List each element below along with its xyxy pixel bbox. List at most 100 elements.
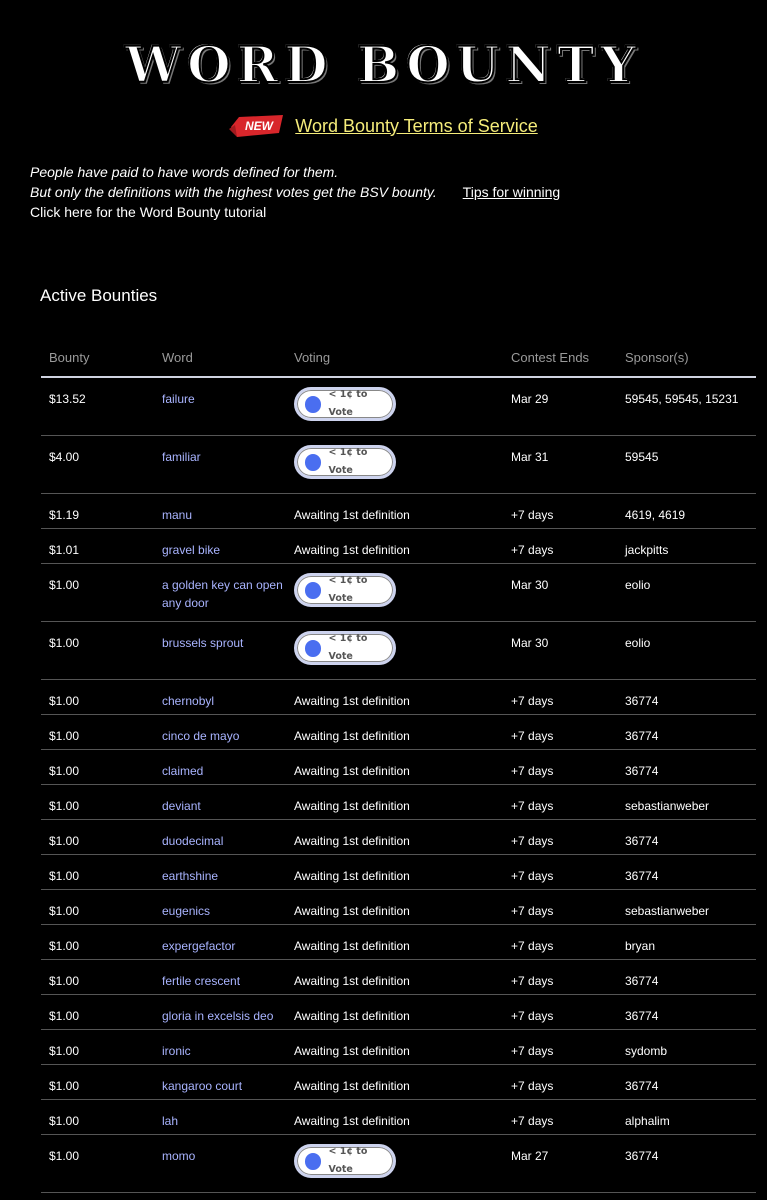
voting-cell: < 1¢ to Vote (286, 1134, 503, 1193)
contest-ends-cell: Mar 30 (503, 563, 617, 622)
voting-cell: Awaiting 1st definition (286, 819, 503, 855)
word-cell: earthshine (154, 854, 286, 890)
vote-dot-icon (305, 639, 322, 657)
voting-cell: < 1¢ to Vote (286, 377, 503, 436)
word-cell: fertile crescent (154, 959, 286, 995)
voting-cell: Awaiting 1st definition (286, 784, 503, 820)
word-link[interactable]: duodecimal (162, 834, 223, 848)
word-cell: manu (154, 493, 286, 529)
word-link[interactable]: manu (162, 508, 192, 522)
vote-button[interactable]: < 1¢ to Vote (294, 387, 396, 421)
tos-row: NEW Word Bounty Terms of Service (0, 110, 767, 142)
col-bounty[interactable]: Bounty (41, 338, 154, 378)
col-word[interactable]: Word (154, 338, 286, 378)
contest-ends-cell: Mar 30 (503, 621, 617, 680)
word-link[interactable]: momo (162, 1149, 195, 1163)
new-badge: NEW (229, 113, 285, 139)
tutorial-link[interactable]: Click here for the Word Bounty tutorial (30, 202, 560, 222)
word-link[interactable]: chernobyl (162, 694, 214, 708)
sponsors-cell: 36774 (617, 714, 756, 750)
bounty-cell: $1.00 (41, 563, 154, 622)
sponsors-cell: 59545, 59545, 15231 (617, 377, 756, 436)
voting-cell: Awaiting 1st definition (286, 714, 503, 750)
contest-ends-cell: +7 days (503, 1064, 617, 1100)
vote-button-label: < 1¢ to Vote (328, 389, 368, 418)
bounty-cell: $13.52 (41, 377, 154, 436)
voting-cell: Awaiting 1st definition (286, 854, 503, 890)
word-link[interactable]: expergefactor (162, 939, 235, 953)
voting-cell: Awaiting 1st definition (286, 889, 503, 925)
table-row: $1.00 eugenics Awaiting 1st definition +7 d… (41, 889, 756, 925)
contest-ends-cell: +7 days (503, 889, 617, 925)
word-cell: chernobyl (154, 679, 286, 715)
word-link[interactable]: claimed (162, 764, 203, 778)
bounty-cell: $1.00 (41, 621, 154, 680)
sponsors-cell: 36774 (617, 854, 756, 890)
table-row: $1.00 kangaroo court Awaiting 1st definiti… (41, 1064, 756, 1100)
word-link[interactable]: deviant (162, 799, 201, 813)
voting-cell: Awaiting 1st definition (286, 1064, 503, 1100)
vote-button[interactable]: < 1¢ to Vote (294, 573, 396, 607)
word-link[interactable]: a golden key can open any door (162, 578, 283, 610)
contest-ends-cell: +7 days (503, 819, 617, 855)
word-link[interactable]: familiar (162, 450, 201, 464)
word-cell: a golden key can open any door (154, 563, 286, 622)
word-link[interactable]: brussels sprout (162, 636, 243, 650)
voting-cell: Awaiting 1st definition (286, 924, 503, 960)
word-link[interactable]: fertile crescent (162, 974, 240, 988)
intro-text: People have paid to have words defined f… (30, 162, 560, 222)
vote-button-label: < 1¢ to Vote (328, 447, 368, 476)
contest-ends-cell: Mar 27 (503, 1134, 617, 1193)
word-cell: lah (154, 1099, 286, 1135)
word-link[interactable]: lah (162, 1114, 178, 1128)
table-row: $1.00 expergefactor Awaiting 1st definitio… (41, 924, 756, 960)
vote-dot-icon (305, 1152, 322, 1170)
word-link[interactable]: ironic (162, 1044, 191, 1058)
table-header-row: Bounty Word Voting Contest Ends Sponsor(… (41, 338, 756, 378)
table-row: $1.00 cinco de mayo Awaiting 1st definitio… (41, 714, 756, 750)
bounty-cell: $1.00 (41, 749, 154, 785)
bounty-cell: $1.00 (41, 854, 154, 890)
voting-cell: < 1¢ to Vote (286, 621, 503, 680)
contest-ends-cell: +7 days (503, 679, 617, 715)
word-cell: ironic (154, 1029, 286, 1065)
bounty-cell: $1.00 (41, 924, 154, 960)
vote-button[interactable]: < 1¢ to Vote (294, 445, 396, 479)
col-sponsors[interactable]: Sponsor(s) (617, 338, 756, 378)
bounties-table: Bounty Word Voting Contest Ends Sponsor(… (41, 338, 756, 1193)
table-row: $1.00 a golden key can open any door < 1¢ … (41, 563, 756, 622)
word-link[interactable]: failure (162, 392, 195, 406)
voting-cell: Awaiting 1st definition (286, 528, 503, 564)
vote-dot-icon (305, 581, 322, 599)
tips-link[interactable]: Tips for winning (463, 184, 561, 200)
sponsors-cell: 36774 (617, 819, 756, 855)
word-link[interactable]: gloria in excelsis deo (162, 1009, 273, 1023)
word-link[interactable]: kangaroo court (162, 1079, 242, 1093)
contest-ends-cell: +7 days (503, 493, 617, 529)
col-voting[interactable]: Voting (286, 338, 503, 378)
bounty-cell: $1.00 (41, 1099, 154, 1135)
word-cell: failure (154, 377, 286, 436)
table-row: $4.00 familiar < 1¢ to Vote Mar 31 59545 (41, 435, 756, 494)
site-logo[interactable]: WORD BOUNTY (0, 30, 767, 100)
table-row: $1.00 lah Awaiting 1st definition +7 days al… (41, 1099, 756, 1135)
voting-cell: Awaiting 1st definition (286, 1029, 503, 1065)
word-cell: familiar (154, 435, 286, 494)
word-link[interactable]: eugenics (162, 904, 210, 918)
table-row: $1.00 duodecimal Awaiting 1st definition +7… (41, 819, 756, 855)
intro-line-2-row: But only the definitions with the highes… (30, 182, 560, 202)
new-badge-label: NEW (245, 119, 275, 133)
tos-link[interactable]: Word Bounty Terms of Service (295, 116, 537, 137)
bounty-cell: $1.00 (41, 784, 154, 820)
word-cell: claimed (154, 749, 286, 785)
vote-button-label: < 1¢ to Vote (328, 633, 368, 662)
word-link[interactable]: cinco de mayo (162, 729, 239, 743)
sponsors-cell: 36774 (617, 1134, 756, 1193)
bounty-cell: $4.00 (41, 435, 154, 494)
vote-button-label: < 1¢ to Vote (328, 1146, 368, 1175)
word-link[interactable]: earthshine (162, 869, 218, 883)
vote-button[interactable]: < 1¢ to Vote (294, 631, 396, 665)
word-link[interactable]: gravel bike (162, 543, 220, 557)
vote-button[interactable]: < 1¢ to Vote (294, 1144, 396, 1178)
col-contest-ends[interactable]: Contest Ends (503, 338, 617, 378)
